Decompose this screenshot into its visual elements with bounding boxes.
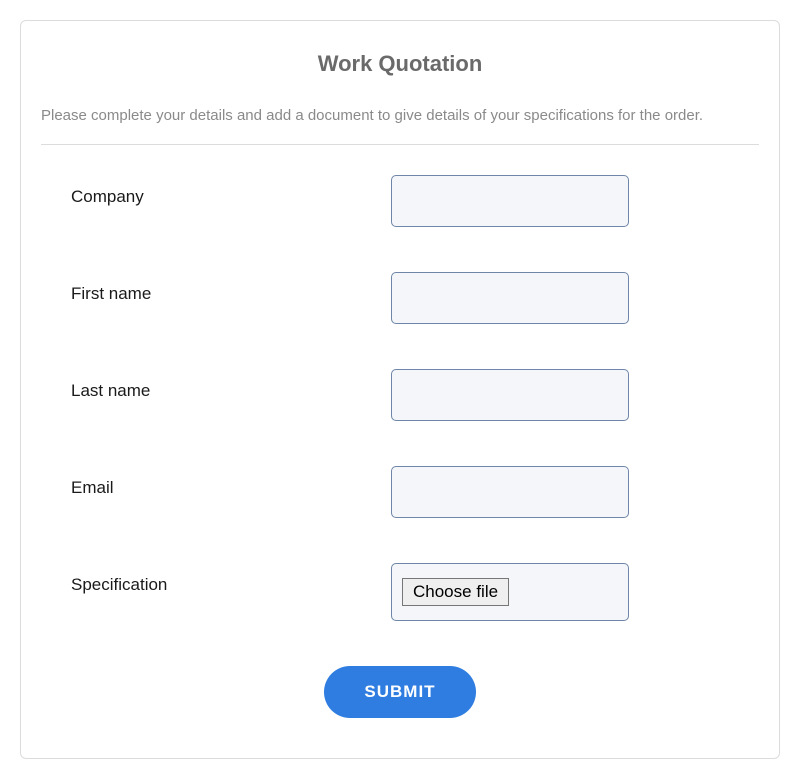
row-last-name: Last name [41, 369, 759, 421]
form-instructions: Please complete your details and add a d… [41, 107, 759, 124]
last-name-input[interactable] [391, 369, 629, 421]
row-company: Company [41, 175, 759, 227]
row-first-name: First name [41, 272, 759, 324]
control-last-name [391, 369, 629, 421]
first-name-input[interactable] [391, 272, 629, 324]
label-email: Email [71, 466, 391, 498]
control-email [391, 466, 629, 518]
control-first-name [391, 272, 629, 324]
row-email: Email [41, 466, 759, 518]
control-company [391, 175, 629, 227]
submit-button[interactable]: SUBMIT [324, 666, 475, 718]
label-last-name: Last name [71, 369, 391, 401]
submit-row: SUBMIT [41, 666, 759, 718]
label-specification: Specification [71, 563, 391, 595]
row-specification: Specification Choose file [41, 563, 759, 621]
quotation-form-card: Work Quotation Please complete your deta… [20, 20, 780, 759]
control-specification: Choose file [391, 563, 629, 621]
label-first-name: First name [71, 272, 391, 304]
choose-file-button[interactable]: Choose file [402, 578, 509, 606]
label-company: Company [71, 175, 391, 207]
email-input[interactable] [391, 466, 629, 518]
company-input[interactable] [391, 175, 629, 227]
divider [41, 144, 759, 145]
form-title: Work Quotation [41, 51, 759, 77]
file-input-wrap: Choose file [391, 563, 629, 621]
